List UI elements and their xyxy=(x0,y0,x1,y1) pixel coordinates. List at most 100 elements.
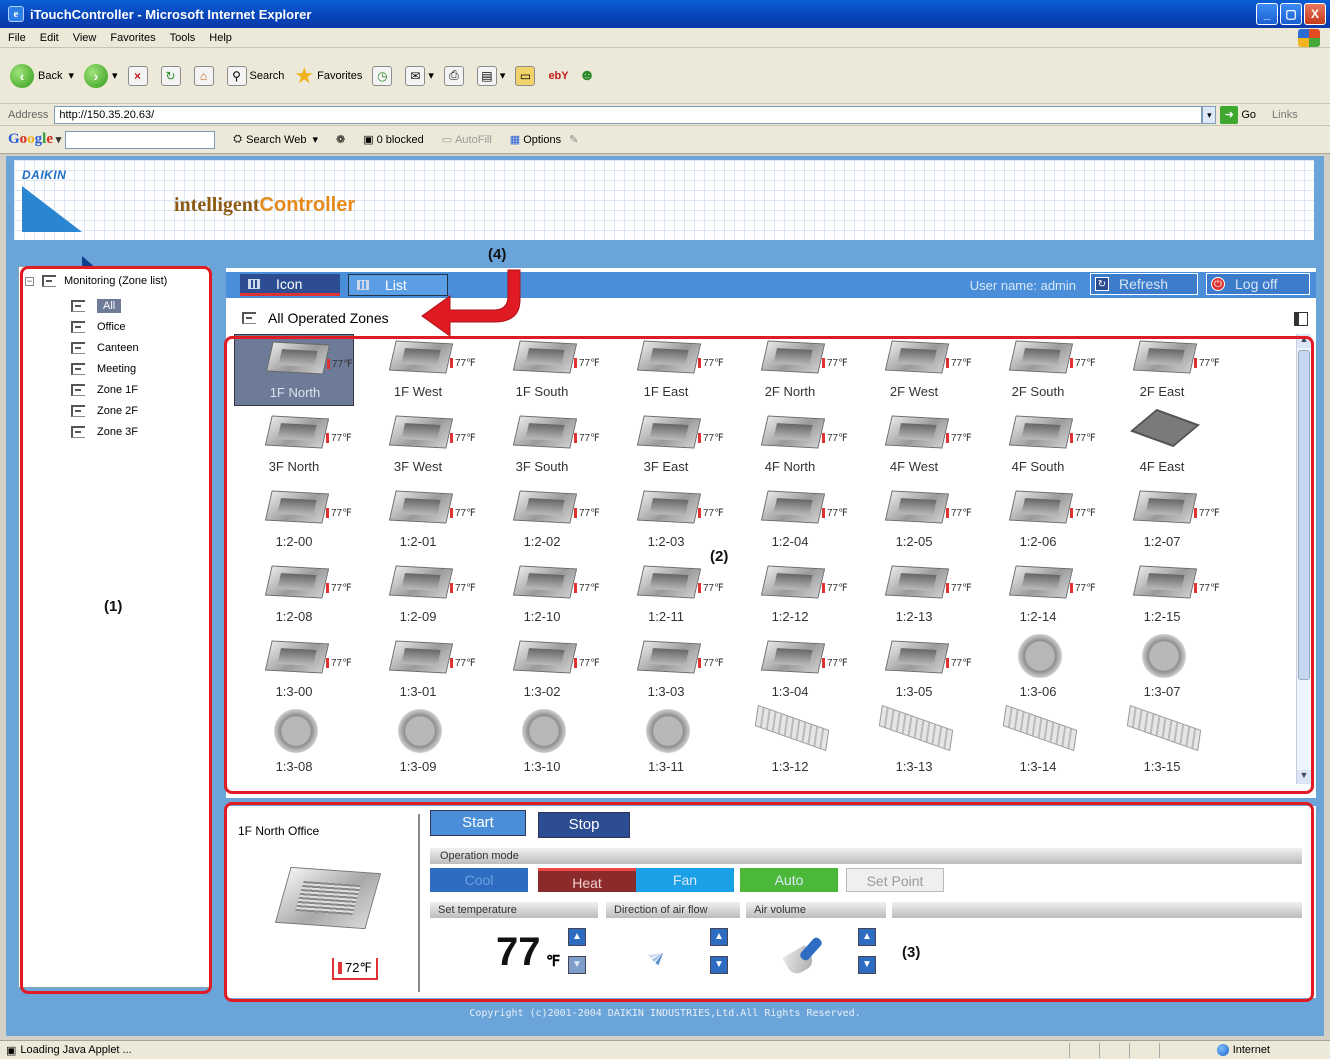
favorites-star-icon: ★ xyxy=(294,62,315,88)
stop-icon: × xyxy=(127,65,148,86)
ie-icon: e xyxy=(8,6,24,22)
search-web-button[interactable]: ⛭ Search Web ▾ xyxy=(233,133,318,146)
messenger-button[interactable]: ☻ xyxy=(579,67,596,85)
brand-name-2: Controller xyxy=(259,194,356,216)
address-label: Address xyxy=(8,108,49,121)
folder-button[interactable]: ▭ xyxy=(515,65,538,86)
print-icon: ⎙ xyxy=(443,65,464,86)
refresh-label: Refresh xyxy=(1119,276,1169,292)
search-web-label: Search Web xyxy=(246,133,307,146)
refresh-icon: ↻ xyxy=(1095,277,1109,291)
menu-favorites[interactable]: Favorites xyxy=(110,32,155,44)
google-search-input[interactable] xyxy=(65,130,216,149)
view-tab-bar: Icon List User name: admin ↻ Refresh ⏻ L… xyxy=(226,272,1316,298)
status-divider xyxy=(1099,1043,1100,1058)
logoff-button[interactable]: ⏻ Log off xyxy=(1206,273,1310,295)
mail-button[interactable]: ✉ ▾ xyxy=(405,65,434,86)
annotation-label-2: (2) xyxy=(710,548,729,565)
history-button[interactable]: ◷ xyxy=(372,65,395,86)
minimize-button[interactable]: _ xyxy=(1256,3,1278,25)
maximize-button[interactable]: ▢ xyxy=(1280,3,1302,25)
tab-icon-label: Icon xyxy=(276,275,303,292)
user-name: User name: admin xyxy=(969,278,1076,293)
search-label: Search xyxy=(249,69,285,82)
history-icon: ◷ xyxy=(372,65,393,86)
address-bar: Address ▾ ➜ Go Links xyxy=(0,104,1330,126)
internet-globe-icon xyxy=(1216,1044,1229,1056)
options-label: Options xyxy=(523,133,562,146)
daikin-logo: DAIKIN xyxy=(22,168,112,282)
home-button[interactable]: ⌂ xyxy=(193,65,217,86)
zone-group-icon xyxy=(242,312,256,324)
pagerank-button[interactable]: ❁ xyxy=(336,133,345,146)
annotation-label-1: (1) xyxy=(104,598,123,615)
daikin-logo-word: DAIKIN xyxy=(22,168,67,182)
refresh-button[interactable]: ↻ Refresh xyxy=(1090,273,1198,295)
annotation-box-3 xyxy=(224,802,1314,1002)
status-divider xyxy=(1069,1043,1070,1058)
annotation-box-1 xyxy=(20,266,212,994)
status-bar: ▣ Loading Java Applet ... Internet xyxy=(0,1040,1330,1059)
search-web-icon: ⛭ xyxy=(233,133,243,145)
back-button[interactable]: ‹ Back ▾ xyxy=(10,63,74,88)
copyright: Copyright (c)2001-2004 DAIKIN INDUSTRIES… xyxy=(469,1008,861,1019)
tab-list-label: List xyxy=(385,277,407,293)
annotation-arrow-icon xyxy=(421,269,521,337)
security-zone-label: Internet xyxy=(1232,1044,1270,1056)
folder-icon: ▭ xyxy=(515,65,536,86)
logoff-label: Log off xyxy=(1235,276,1278,292)
google-logo[interactable]: Google ▾ xyxy=(8,131,61,148)
window-titlebar: e iTouchController - Microsoft Internet … xyxy=(0,0,1330,28)
ebay-icon: ebY xyxy=(548,69,569,82)
address-dropdown-icon[interactable]: ▾ xyxy=(1202,105,1217,124)
forward-button[interactable]: › ▾ xyxy=(84,63,118,88)
go-button[interactable]: ➜ Go xyxy=(1220,105,1257,124)
menu-tools[interactable]: Tools xyxy=(170,32,196,44)
menu-help[interactable]: Help xyxy=(209,32,232,44)
google-toolbar: Google ▾ ⛭ Search Web ▾ ❁ ▣ 0 blocked ▭ … xyxy=(0,126,1330,154)
go-label: Go xyxy=(1241,108,1257,121)
app-header: DAIKIN intelligentController xyxy=(14,160,1314,282)
section-title-text: All Operated Zones xyxy=(268,310,389,326)
popup-blocker-label: 0 blocked xyxy=(376,133,424,146)
status-text: Loading Java Applet ... xyxy=(20,1044,132,1056)
popup-blocker-button[interactable]: ▣ 0 blocked xyxy=(363,133,424,147)
browser-toolbar: ‹ Back ▾ › ▾ × ↻ ⌂ ⚲ Search ★ Favorites ◷… xyxy=(0,48,1330,104)
stop-button[interactable]: × xyxy=(127,65,151,86)
window-title: iTouchController - Microsoft Internet Ex… xyxy=(30,6,312,22)
menu-view[interactable]: View xyxy=(73,32,97,44)
tab-icon[interactable]: Icon xyxy=(240,274,340,296)
autofill-label: AutoFill xyxy=(455,133,492,146)
menu-file[interactable]: File xyxy=(8,32,26,44)
ebay-button[interactable]: ebY xyxy=(548,70,568,82)
refresh-browser-button[interactable]: ↻ xyxy=(160,65,184,86)
pagerank-icon: ❁ xyxy=(335,134,346,146)
search-button[interactable]: ⚲ Search xyxy=(226,65,285,86)
pencil-icon: ✎ xyxy=(569,134,579,146)
links-button[interactable]: Links xyxy=(1272,109,1298,121)
close-button[interactable]: X xyxy=(1304,3,1326,25)
icon-view-icon xyxy=(248,278,260,289)
print-button[interactable]: ⎙ xyxy=(443,65,467,86)
security-zone: Internet xyxy=(1216,1044,1270,1056)
options-button[interactable]: ▦ Options ✎ xyxy=(509,133,579,147)
favorites-button[interactable]: ★ Favorites xyxy=(294,63,362,89)
menu-edit[interactable]: Edit xyxy=(40,32,59,44)
status-divider xyxy=(1129,1043,1130,1058)
panel-toggle-icon[interactable] xyxy=(1294,312,1308,326)
address-input[interactable] xyxy=(54,105,1203,124)
brand-name-1: intelligent xyxy=(174,194,260,216)
annotation-label-3: (3) xyxy=(902,944,921,961)
autofill-button[interactable]: ▭ AutoFill xyxy=(442,133,492,147)
section-title: All Operated Zones xyxy=(242,310,389,326)
edit-icon: ▤ xyxy=(476,65,497,86)
windows-logo-icon xyxy=(1298,29,1320,47)
favorites-label: Favorites xyxy=(317,69,363,82)
menu-bar: File Edit View Favorites Tools Help xyxy=(0,28,1330,48)
power-icon: ⏻ xyxy=(1211,277,1225,291)
options-icon: ▦ xyxy=(509,134,521,146)
home-icon: ⌂ xyxy=(193,65,214,86)
edit-button[interactable]: ▤ ▾ xyxy=(476,65,505,86)
back-label: Back xyxy=(38,69,63,82)
intelligent-controller-logo: intelligentController xyxy=(174,194,355,217)
